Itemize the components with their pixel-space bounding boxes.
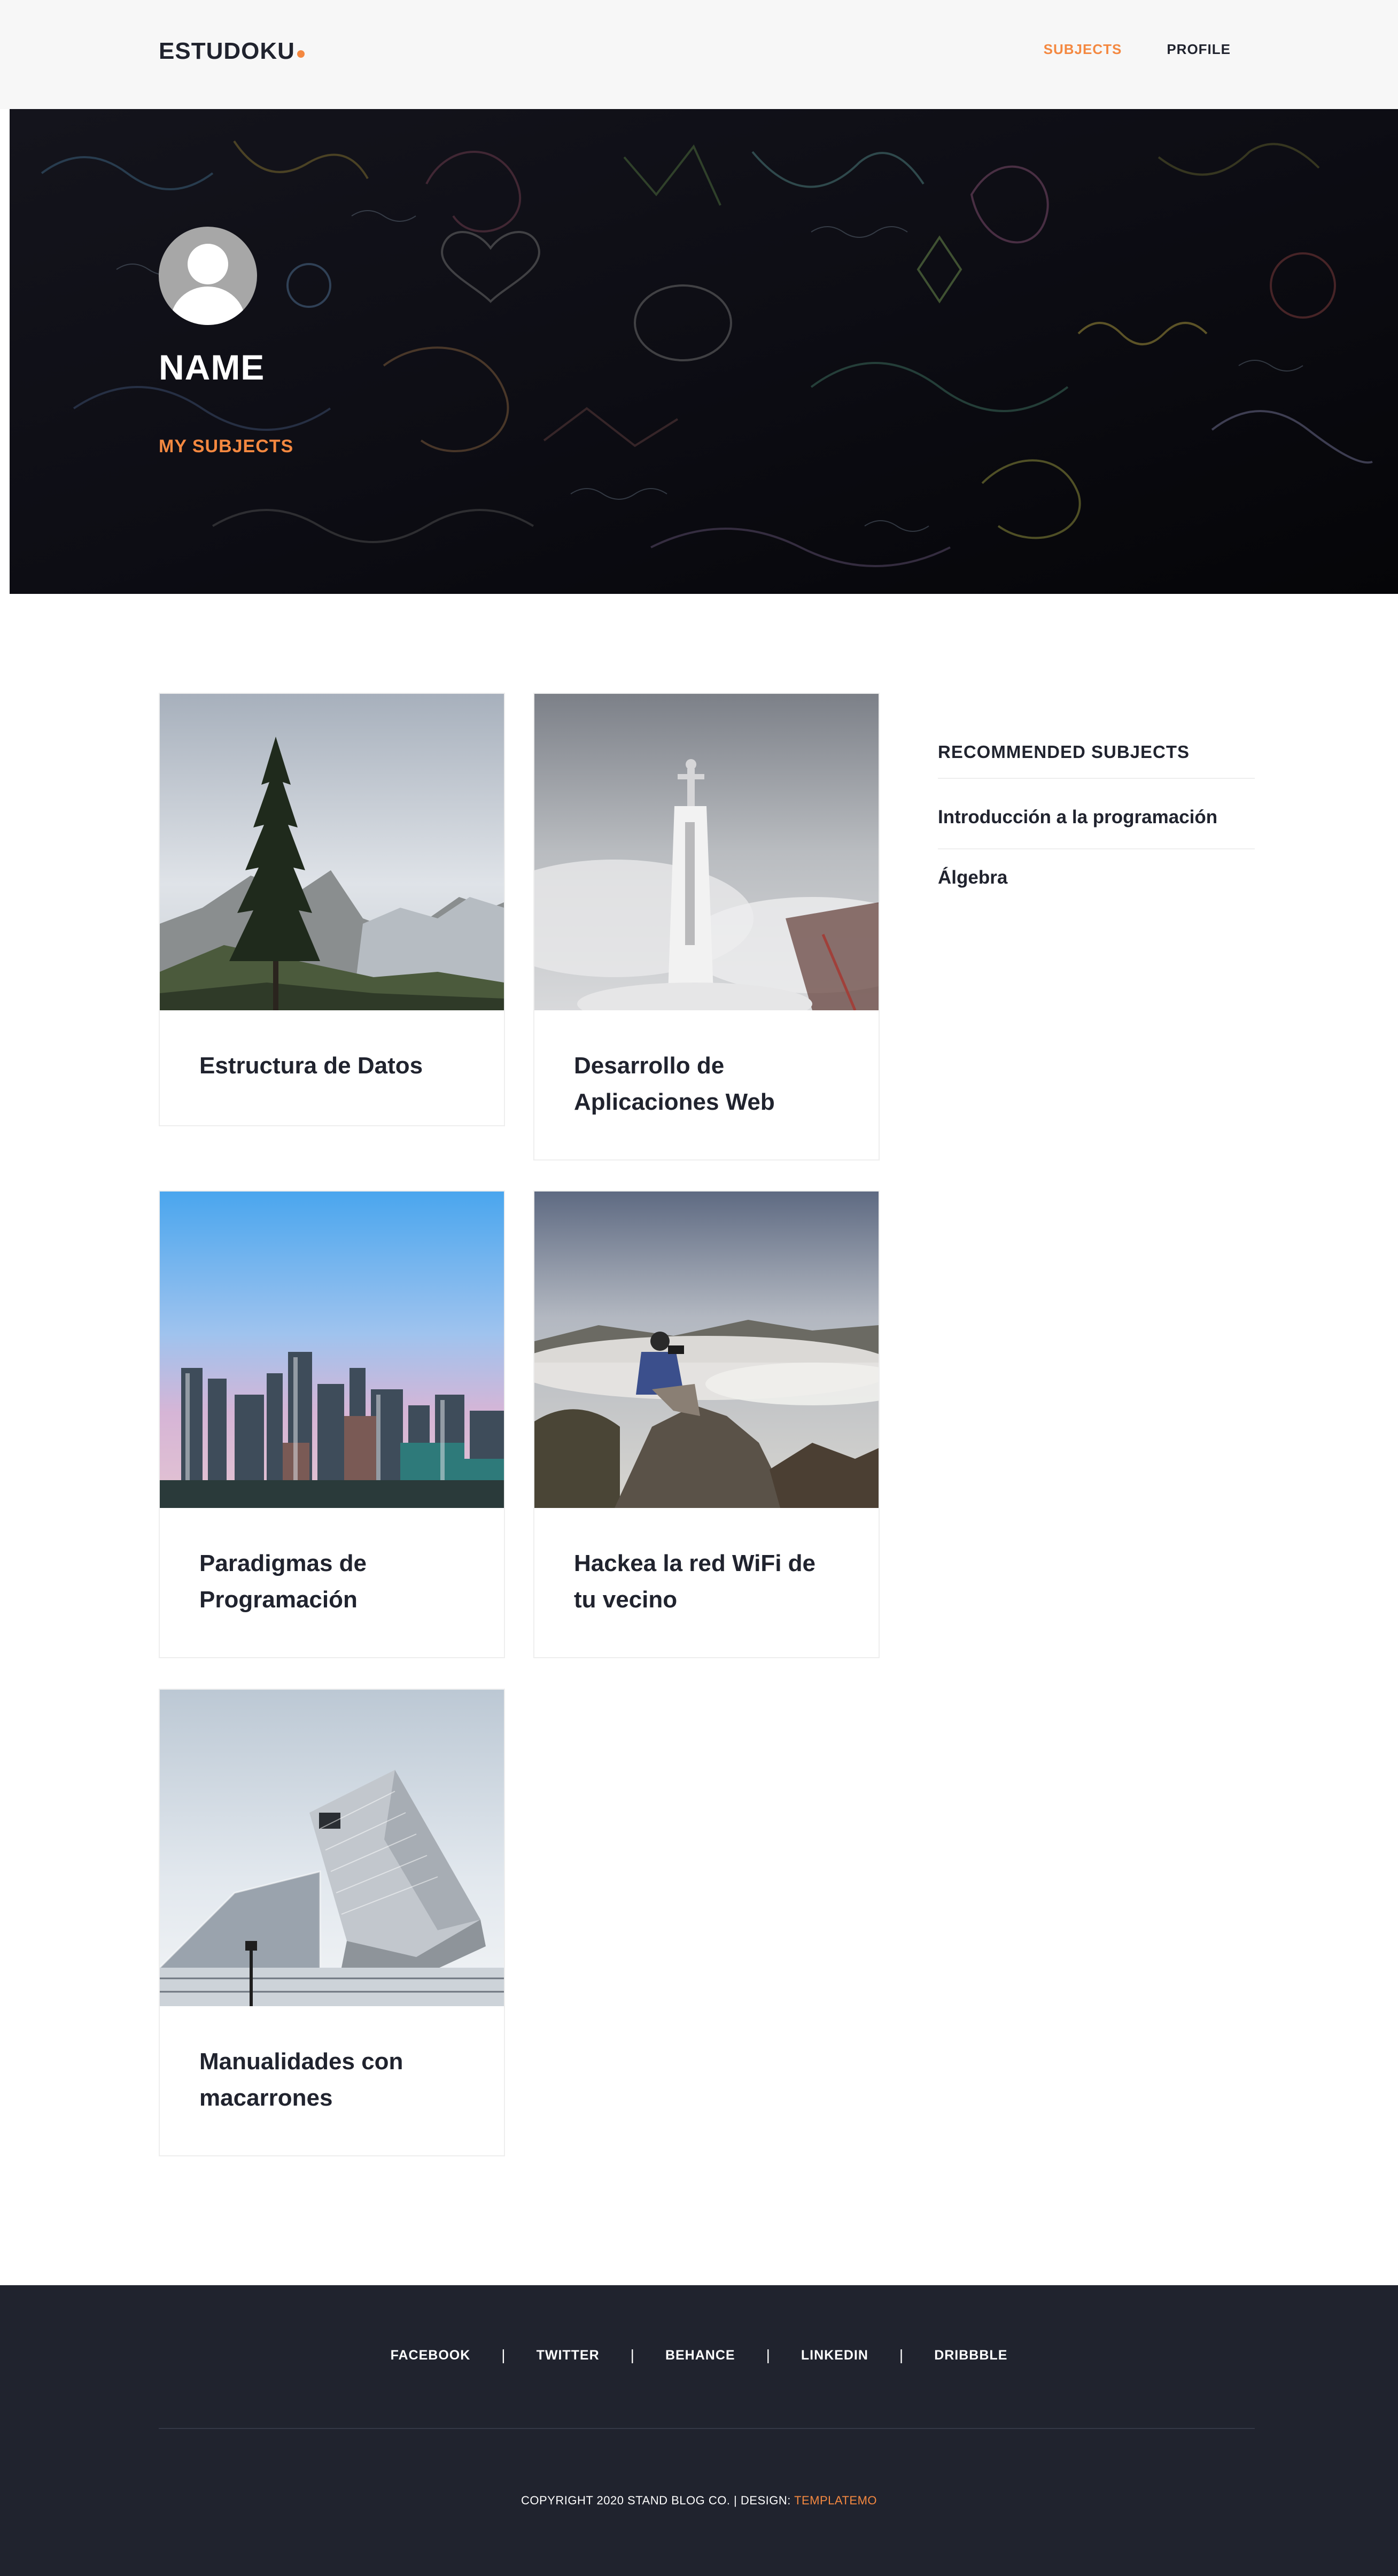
social-links: FACEBOOK | TWITTER | BEHANCE | LINKEDIN … xyxy=(0,2347,1398,2364)
subject-title[interactable]: Estructura de Datos xyxy=(160,1010,504,1084)
logo-dot-icon xyxy=(297,50,305,58)
social-link-facebook[interactable]: FACEBOOK xyxy=(391,2348,471,2363)
profile-hero-banner: NAME MY SUBJECTS xyxy=(10,109,1398,594)
site-footer: FACEBOOK | TWITTER | BEHANCE | LINKEDIN … xyxy=(0,2285,1398,2576)
social-separator: | xyxy=(899,2347,904,2363)
social-link-dribbble[interactable]: DRIBBBLE xyxy=(934,2348,1007,2363)
nav-link-profile[interactable]: PROFILE xyxy=(1167,38,1231,60)
hero-subtitle: MY SUBJECTS xyxy=(159,436,294,457)
subject-title[interactable]: Hackea la red WiFi de tu vecino xyxy=(534,1508,879,1618)
social-link-behance[interactable]: BEHANCE xyxy=(665,2348,735,2363)
site-logo[interactable]: ESTUDOKU xyxy=(159,35,305,67)
subject-thumbnail-photographer-rock[interactable] xyxy=(534,1192,879,1508)
sidebar-divider xyxy=(938,848,1255,849)
subject-title[interactable]: Paradigmas de Programación xyxy=(160,1508,504,1618)
subject-card[interactable]: Paradigmas de Programación xyxy=(159,1190,505,1658)
sidebar-item-introduccion[interactable]: Introducción a la programación xyxy=(938,807,1217,828)
social-link-twitter[interactable]: TWITTER xyxy=(537,2348,600,2363)
subject-card[interactable]: Estructura de Datos xyxy=(159,693,505,1126)
subject-thumbnail-mountain-pine[interactable] xyxy=(160,694,504,1010)
social-link-linkedin[interactable]: LINKEDIN xyxy=(801,2348,868,2363)
copyright-label: COPYRIGHT 2020 STAND BLOG CO. | DESIGN: xyxy=(521,2494,795,2507)
site-header: ESTUDOKU SUBJECTS PROFILE xyxy=(0,0,1398,109)
copyright-text: COPYRIGHT 2020 STAND BLOG CO. | DESIGN: … xyxy=(0,2494,1398,2508)
subject-card[interactable]: Manualidades con macarrones xyxy=(159,1689,505,2156)
templatemo-link[interactable]: TEMPLATEMO xyxy=(794,2494,877,2507)
subject-title[interactable]: Manualidades con macarrones xyxy=(160,2006,504,2116)
social-separator: | xyxy=(501,2347,506,2363)
user-icon xyxy=(170,244,245,325)
subject-thumbnail-city-skyline[interactable] xyxy=(160,1192,504,1508)
footer-divider xyxy=(159,2428,1255,2429)
sidebar-item-algebra[interactable]: Álgebra xyxy=(938,867,1007,888)
social-separator: | xyxy=(630,2347,634,2363)
subject-card[interactable]: Hackea la red WiFi de tu vecino xyxy=(533,1190,880,1658)
sidebar-heading: RECOMMENDED SUBJECTS xyxy=(938,742,1190,762)
profile-name: NAME xyxy=(159,347,265,387)
social-separator: | xyxy=(766,2347,770,2363)
subject-thumbnail-statue-clouds[interactable] xyxy=(534,694,879,1010)
sidebar-divider xyxy=(938,778,1255,779)
main-nav: SUBJECTS PROFILE xyxy=(1044,38,1231,60)
subject-thumbnail-modern-building[interactable] xyxy=(160,1690,504,2006)
logo-text: ESTUDOKU xyxy=(159,38,295,64)
subject-title[interactable]: Desarrollo de Aplicaciones Web xyxy=(534,1010,879,1120)
nav-link-subjects[interactable]: SUBJECTS xyxy=(1044,38,1122,60)
subject-card[interactable]: Desarrollo de Aplicaciones Web xyxy=(533,693,880,1161)
avatar[interactable] xyxy=(159,227,257,325)
